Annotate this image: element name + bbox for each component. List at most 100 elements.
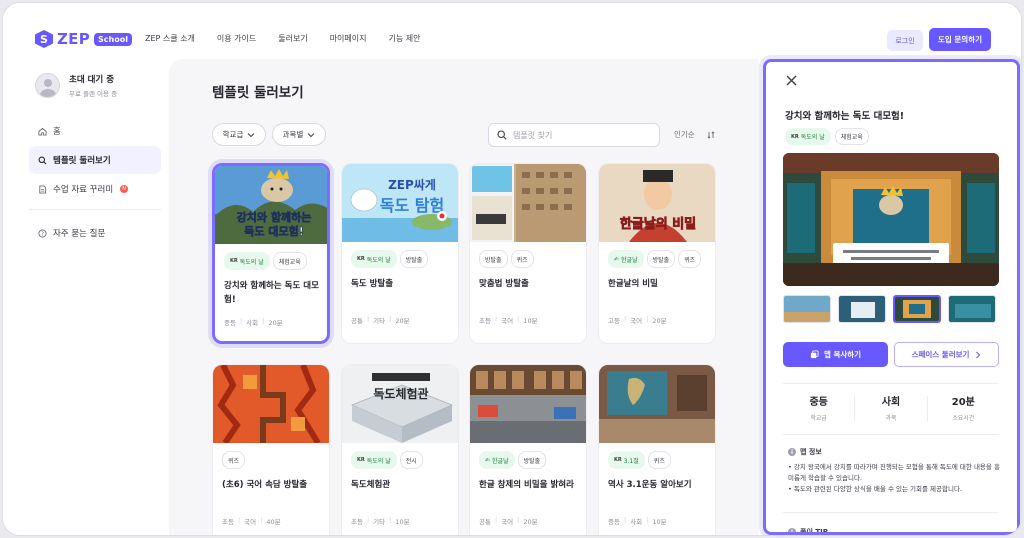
search-icon — [497, 130, 507, 140]
template-card[interactable]: 독도체험관 KR 독도의 날 전시 독도체험관 초등 | 기타 | 10분 — [341, 364, 459, 535]
search-input[interactable] — [513, 130, 653, 140]
template-card[interactable]: 퀴즈 (초6) 국어 속담 방탈출 초등 | 국어 | 40분 — [212, 364, 330, 535]
info-line: • 독도와 관련된 다양한 상식을 배울 수 있는 기회를 제공합니다. — [788, 485, 962, 493]
detail-tags: KR 독도의 날 체험교육 — [785, 128, 869, 145]
template-search[interactable] — [488, 123, 660, 147]
card-thumbnail: ZEP싸게 독도 탐험 — [342, 164, 458, 242]
preview-thumbnail[interactable] — [783, 295, 831, 323]
preview-thumbnail-active[interactable] — [893, 295, 941, 323]
school-level-filter[interactable]: 학교급 — [212, 123, 266, 146]
card-thumbnail — [470, 164, 586, 242]
sidebar: 초대 대기 중 무료 플랜 이용 중 홈 템플릿 둘러보기 수업 자료 꾸러미 … — [3, 59, 169, 535]
sort-toggle-icon[interactable] — [707, 130, 715, 139]
map-info-heading: i 맵 정보 — [788, 447, 822, 457]
login-button[interactable]: 로그인 — [887, 30, 923, 51]
detail-title: 강치와 함께하는 독도 대모험! — [785, 111, 905, 122]
preview-thumbnail[interactable] — [948, 295, 996, 323]
filter-label: 과목별 — [282, 130, 304, 139]
card-tags: KR 3.1절 퀴즈 — [608, 451, 707, 469]
nav-item-browse[interactable]: 둘러보기 — [278, 33, 307, 44]
nav-item-guide[interactable]: 이용 가이드 — [217, 33, 256, 44]
sidebar-item-home[interactable]: 홈 — [29, 117, 161, 145]
tag: 방탈출 — [646, 250, 676, 268]
new-badge: N — [120, 185, 129, 193]
panel-divider — [783, 512, 999, 513]
nav-item-about[interactable]: ZEP 스쿨 소개 — [145, 33, 195, 44]
svg-text:ZEP싸게: ZEP싸게 — [388, 177, 436, 192]
tip-icon: ! — [788, 528, 796, 532]
card-title: 독도 방탈출 — [351, 279, 394, 289]
main-nav: ZEP 스쿨 소개 이용 가이드 둘러보기 마이페이지 기능 제안 — [145, 33, 442, 44]
template-card[interactable]: 한글날의 비밀 ✍ 한글날 방탈출 퀴즈 한글날의 비밀 고등 | 국어 | 20분 — [598, 163, 716, 344]
close-icon[interactable] — [786, 74, 797, 90]
nav-item-mypage[interactable]: 마이페이지 — [330, 33, 367, 44]
detail-stats: 중등 학교급 사회 과목 20분 소요시간 — [783, 383, 999, 435]
svg-text:한글날의 비밀: 한글날의 비밀 — [620, 216, 696, 232]
preview-thumbnails — [783, 295, 996, 323]
preview-thumbnail[interactable] — [838, 295, 886, 323]
card-title: 강치와 함께하는 독도 대모험! — [224, 281, 319, 305]
template-card[interactable]: ✍ 한글날 방탈출 한글 창제의 비밀을 밝혀라 공통 | 국어 | 20분 — [469, 364, 587, 535]
home-icon — [38, 127, 47, 136]
card-meta: 고등 | 국어 | 20분 — [608, 315, 667, 325]
template-card[interactable]: ZEP싸게 독도 탐험 KR 독도의 날 방탈출 독도 방탈출 공통 | 기타 | 20분 — [341, 163, 459, 344]
sidebar-item-label: 수업 자료 꾸러미 — [53, 185, 114, 195]
card-title: 역사 3.1운동 알아보기 — [608, 480, 692, 490]
info-icon: i — [788, 448, 796, 456]
browse-space-label: 스페이스 둘러보기 — [911, 350, 970, 359]
svg-text:강치와 함께하는: 강치와 함께하는 — [237, 210, 312, 224]
card-title: 독도체험관 — [351, 480, 391, 490]
search-icon — [38, 156, 47, 165]
chevron-down-icon — [307, 132, 315, 137]
subject-filter[interactable]: 과목별 — [272, 123, 326, 146]
logo-text: ZEP — [57, 30, 91, 48]
nav-item-suggest[interactable]: 기능 제안 — [389, 33, 421, 44]
tag-march-first: KR 3.1절 — [608, 451, 645, 469]
zep-school-logo[interactable]: S ZEP School — [35, 30, 132, 48]
info-line: • 강치 왕국에서 강치를 따라가며 진행되는 모험을 통해 독도에 대한 내용… — [788, 463, 1000, 482]
chevron-down-icon — [247, 132, 255, 137]
copy-map-button[interactable]: 맵 복사하기 — [783, 342, 888, 367]
template-card[interactable]: KR 3.1절 퀴즈 역사 3.1운동 알아보기 중등 | 사회 | 10분 — [598, 364, 716, 535]
card-thumbnail: 독도체험관 — [342, 365, 458, 443]
template-card[interactable]: 강치와 함께하는 독도 대모험! KR 독도의 날 체험교육 강치와 함께하는 독… — [212, 163, 330, 344]
card-thumbnail: 강치와 함께하는 독도 대모험! — [215, 166, 327, 244]
browse-space-button[interactable]: 스페이스 둘러보기 — [894, 342, 999, 367]
template-detail-panel: 강치와 함께하는 독도 대모험! KR 독도의 날 체험교육 맵 복사하기 스페… — [763, 59, 1020, 535]
card-title: 맞춤법 방탈출 — [479, 279, 529, 289]
tag-dokdo-day: KR 독도의 날 — [351, 250, 397, 268]
tag: 방탈출 — [517, 451, 547, 469]
sort-control[interactable]: 인기순 — [674, 129, 715, 140]
help-icon: ? — [38, 228, 47, 238]
sidebar-item-label: 템플릿 둘러보기 — [53, 156, 111, 166]
app-window: S ZEP School ZEP 스쿨 소개 이용 가이드 둘러보기 마이페이지… — [2, 2, 1022, 536]
card-tags: 방탈출 퀴즈 — [479, 250, 578, 268]
sort-label: 인기순 — [674, 130, 695, 139]
avatar — [35, 73, 60, 98]
tag-dokdo-day: KR 독도의 날 — [785, 128, 831, 145]
card-tags: KR 독도의 날 체험교육 — [224, 252, 319, 270]
card-meta: 초등 | 국어 | 40분 — [222, 516, 281, 526]
card-tags: 퀴즈 — [222, 451, 321, 469]
card-meta: 중등 | 사회 | 10분 — [608, 516, 667, 526]
tag-hangul-day: ✍ 한글날 — [479, 451, 515, 469]
filter-label: 학교급 — [222, 130, 244, 139]
tag: 퀴즈 — [222, 451, 246, 469]
sidebar-item-template-browse[interactable]: 템플릿 둘러보기 — [29, 146, 161, 174]
template-card[interactable]: 방탈출 퀴즈 맞춤법 방탈출 초등 | 국어 | 10분 — [469, 163, 587, 344]
user-profile[interactable]: 초대 대기 중 무료 플랜 이용 중 — [35, 73, 117, 98]
card-title: 한글 창제의 비밀을 밝혀라 — [479, 480, 574, 490]
card-thumbnail — [599, 365, 715, 443]
tag: 전시 — [399, 451, 423, 469]
chevron-right-icon — [976, 351, 981, 358]
tag: 퀴즈 — [510, 250, 534, 268]
logo-badge: School — [94, 32, 132, 46]
detail-preview-image — [783, 153, 999, 286]
card-meta: 중등 | 사회 | 20분 — [224, 317, 283, 327]
copy-icon — [810, 350, 819, 359]
document-icon — [38, 184, 47, 194]
sidebar-item-faq[interactable]: ? 자주 묻는 질문 — [29, 219, 161, 247]
sidebar-item-materials[interactable]: 수업 자료 꾸러미 N — [29, 175, 161, 203]
inquiry-button[interactable]: 도입 문의하기 — [929, 28, 991, 51]
sidebar-item-label: 홈 — [53, 127, 61, 137]
